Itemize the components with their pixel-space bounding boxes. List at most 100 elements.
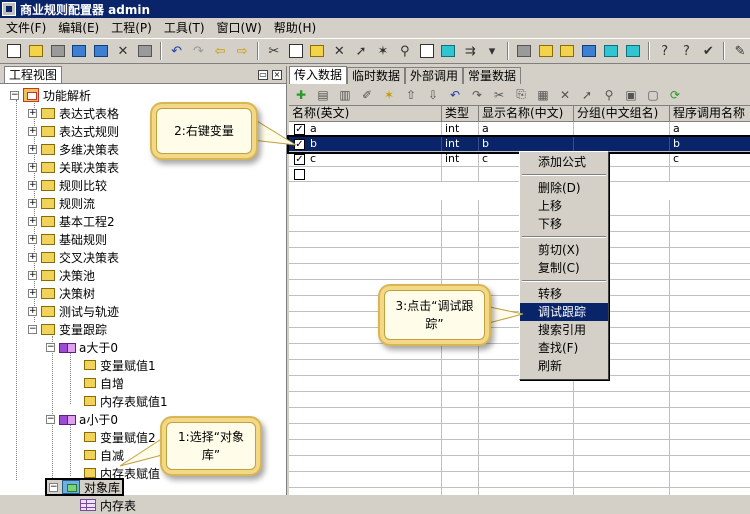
menu-move-up[interactable]: 上移 — [520, 197, 608, 215]
cursor-icon[interactable]: ➚ — [577, 86, 597, 104]
tree-group-a-lt-0[interactable]: − a小于0 — [46, 410, 118, 428]
check-icon[interactable]: ✔ — [698, 41, 718, 61]
tree-leaf[interactable]: 自减 — [84, 446, 124, 464]
move-up-icon[interactable]: ⇧ — [401, 86, 421, 104]
menu-debug-trace[interactable]: 调试跟踪 — [520, 303, 608, 321]
cursor-icon[interactable]: ➚ — [351, 41, 371, 61]
remove-icon[interactable]: ✕ — [555, 86, 575, 104]
tree-item[interactable]: + 决策池 — [28, 266, 95, 284]
menu-help[interactable]: 帮助(H) — [272, 19, 326, 37]
tree-leaf[interactable]: 内存表赋值1 — [84, 392, 168, 410]
menu-tools[interactable]: 工具(T) — [162, 19, 215, 37]
tree-item[interactable]: + 基本工程2 — [28, 212, 115, 230]
tree-leaf[interactable]: 自增 — [84, 374, 124, 392]
menu-move-down[interactable]: 下移 — [520, 215, 608, 233]
project-view-tab[interactable]: 工程视图 — [4, 66, 63, 83]
menu-cut[interactable]: 剪切(X) — [520, 241, 608, 259]
import-icon[interactable]: ▢ — [643, 86, 663, 104]
add-row-icon[interactable]: ✚ — [291, 86, 311, 104]
edit-icon[interactable]: ✎ — [730, 41, 750, 61]
redo-icon[interactable]: ↷ — [467, 86, 487, 104]
tree-item[interactable]: + 规则比较 — [28, 176, 107, 194]
tab-temp-data[interactable]: 临时数据 — [347, 67, 406, 84]
menu-find[interactable]: 查找(F) — [520, 339, 608, 357]
tree-memory-table[interactable]: 内存表 — [80, 496, 136, 514]
tab-external-call[interactable]: 外部调用 — [405, 67, 464, 84]
delete-row-icon[interactable]: ▥ — [335, 86, 355, 104]
delete-icon[interactable]: ✕ — [113, 41, 133, 61]
remove-icon[interactable]: ✕ — [329, 41, 349, 61]
wand-icon[interactable]: ✶ — [379, 86, 399, 104]
tree-item-variable-trace[interactable]: − 变量跟踪 — [28, 320, 107, 338]
menu-copy[interactable]: 复制(C) — [520, 259, 608, 277]
col-display-name[interactable]: 显示名称(中文) — [479, 106, 574, 121]
rule-link-icon[interactable] — [623, 41, 643, 61]
paste-icon[interactable] — [308, 41, 328, 61]
menu-file[interactable]: 文件(F) — [4, 19, 56, 37]
tree-item[interactable]: + 基础规则 — [28, 230, 107, 248]
undo-icon[interactable]: ↶ — [167, 41, 187, 61]
indent-icon[interactable]: ⇉ — [460, 41, 480, 61]
tab-input-data[interactable]: 传入数据 — [289, 66, 348, 84]
menu-project[interactable]: 工程(P) — [109, 19, 162, 37]
print-icon[interactable] — [135, 41, 155, 61]
table-row[interactable]: ✓ a int a a — [289, 122, 750, 137]
properties-icon[interactable] — [417, 41, 437, 61]
menu-window[interactable]: 窗口(W) — [215, 19, 272, 37]
restore-icon[interactable]: ▭ — [258, 69, 268, 80]
save-icon[interactable] — [69, 41, 89, 61]
paste-icon[interactable]: ▦ — [533, 86, 553, 104]
help-icon[interactable]: ? — [655, 41, 675, 61]
menu-refresh[interactable]: 刷新 — [520, 357, 608, 375]
lock-icon[interactable] — [48, 41, 68, 61]
refresh-icon[interactable]: ⟳ — [665, 86, 685, 104]
back-icon[interactable]: ⇦ — [210, 41, 230, 61]
menu-delete[interactable]: 删除(D) — [520, 179, 608, 197]
tree-leaf[interactable]: 变量赋值1 — [84, 356, 156, 374]
rule-add-icon[interactable] — [536, 41, 556, 61]
tree-item[interactable]: + 交叉决策表 — [28, 248, 119, 266]
rule-icon[interactable] — [514, 41, 534, 61]
menu-transfer[interactable]: 转移 — [520, 285, 608, 303]
rule-blue-icon[interactable] — [579, 41, 599, 61]
redo-icon[interactable]: ↷ — [189, 41, 209, 61]
row-checkbox[interactable] — [294, 169, 305, 180]
copy-icon[interactable] — [286, 41, 306, 61]
close-icon[interactable]: × — [272, 69, 282, 80]
row-checkbox[interactable]: ✓ — [294, 139, 305, 150]
cut-icon[interactable]: ✂ — [489, 86, 509, 104]
rule-edit-icon[interactable] — [558, 41, 578, 61]
tree-item[interactable]: + 表达式规则 — [28, 122, 119, 140]
rule-cyan-icon[interactable] — [601, 41, 621, 61]
wand-icon[interactable]: ✶ — [373, 41, 393, 61]
menu-edit[interactable]: 编辑(E) — [56, 19, 109, 37]
find-icon[interactable]: ⚲ — [599, 86, 619, 104]
cut-icon[interactable]: ✂ — [264, 41, 284, 61]
move-down-icon[interactable]: ⇩ — [423, 86, 443, 104]
tree-item[interactable]: + 规则流 — [28, 194, 95, 212]
tree-item[interactable]: + 关联决策表 — [28, 158, 119, 176]
tab-constant-data[interactable]: 常量数据 — [463, 67, 522, 84]
forward-icon[interactable]: ⇨ — [232, 41, 252, 61]
menu-search-references[interactable]: 搜索引用 — [520, 321, 608, 339]
menu-add-formula[interactable]: 添加公式 — [520, 153, 608, 171]
tree-item[interactable]: + 表达式表格 — [28, 104, 119, 122]
refresh-icon[interactable] — [438, 41, 458, 61]
copy-icon[interactable]: ⎘ — [511, 86, 531, 104]
tree-object-library[interactable]: − 对象库 — [45, 478, 125, 496]
col-type[interactable]: 类型 — [442, 106, 479, 121]
tree-item[interactable]: + 多维决策表 — [28, 140, 119, 158]
pin-icon[interactable]: ✐ — [357, 86, 377, 104]
save-all-icon[interactable] — [91, 41, 111, 61]
undo-icon[interactable]: ↶ — [445, 86, 465, 104]
tree-leaf[interactable]: 变量赋值2 — [84, 428, 156, 446]
col-group[interactable]: 分组(中文组名) — [574, 106, 670, 121]
open-icon[interactable] — [26, 41, 46, 61]
insert-row-icon[interactable]: ▤ — [313, 86, 333, 104]
tree-item[interactable]: + 决策树 — [28, 284, 95, 302]
col-name-en[interactable]: 名称(英文) — [289, 106, 442, 121]
context-help-icon[interactable]: ? — [677, 41, 697, 61]
tree-group-a-gt-0[interactable]: − a大于0 — [46, 338, 118, 356]
find-icon[interactable]: ⚲ — [395, 41, 415, 61]
row-checkbox[interactable]: ✓ — [294, 124, 305, 135]
